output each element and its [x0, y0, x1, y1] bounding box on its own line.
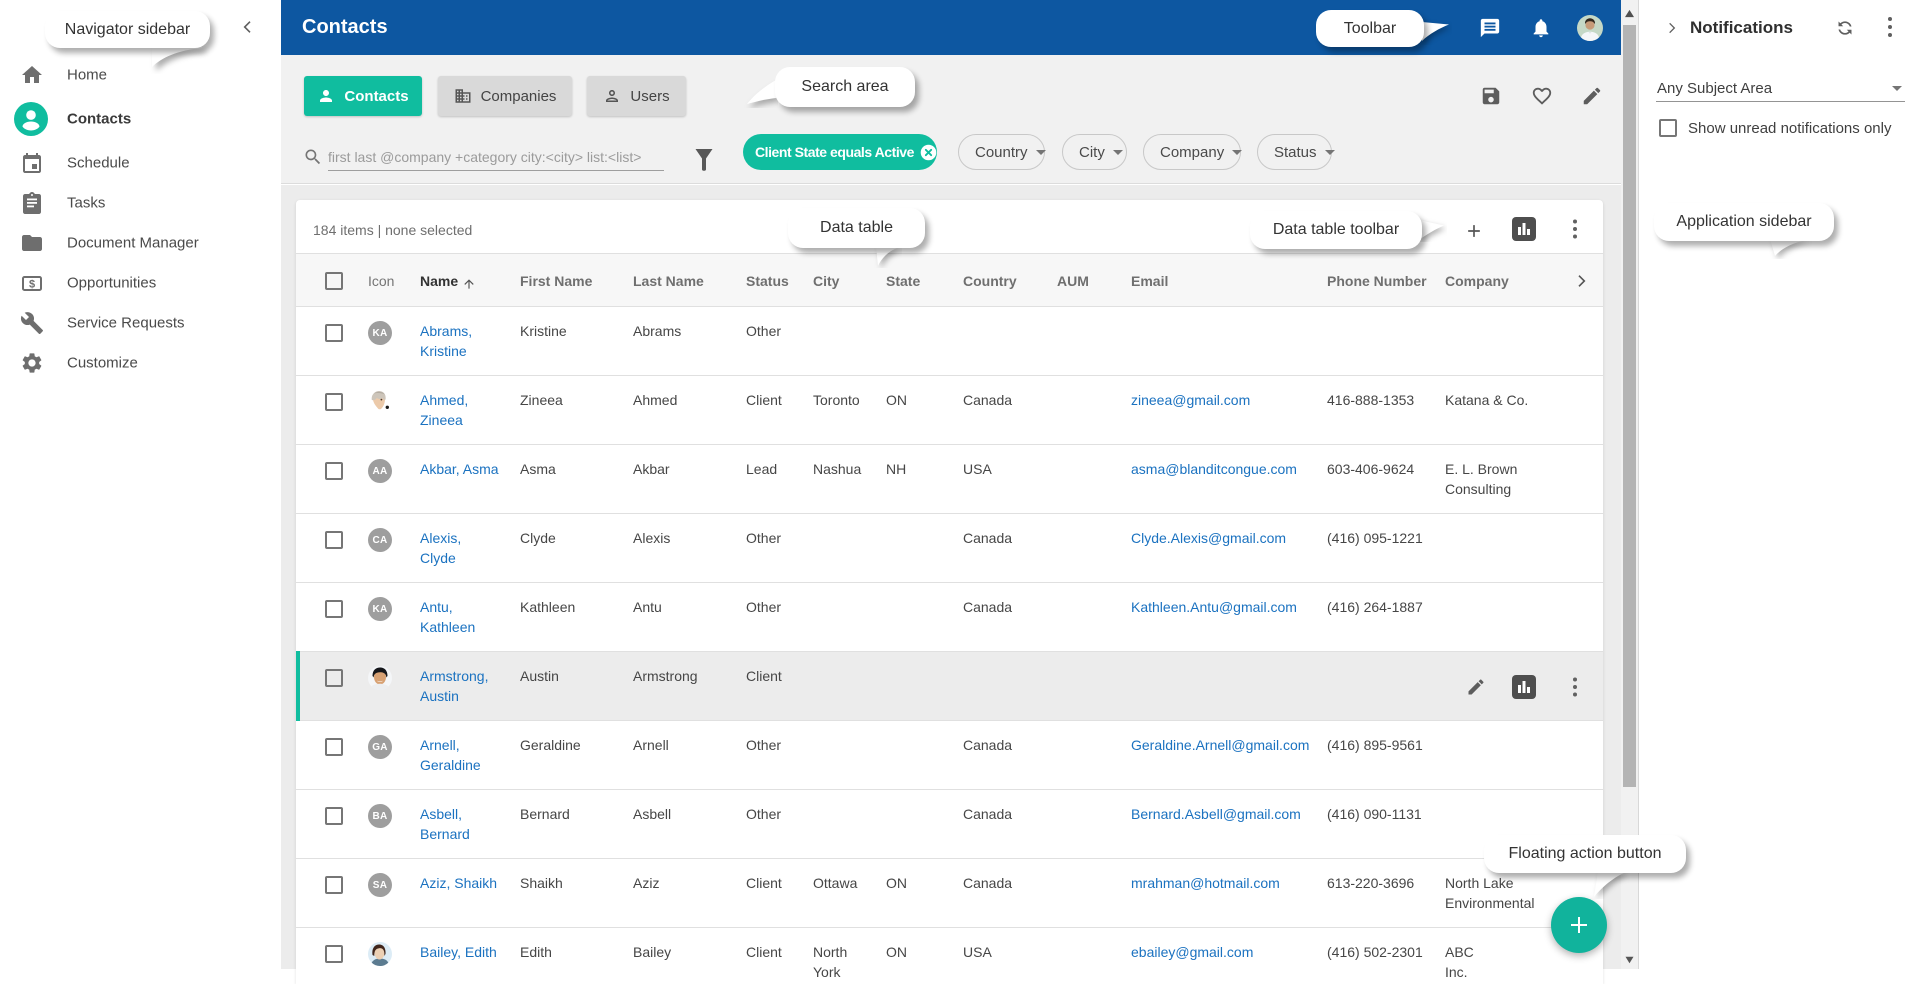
- svg-text:$: $: [29, 278, 35, 290]
